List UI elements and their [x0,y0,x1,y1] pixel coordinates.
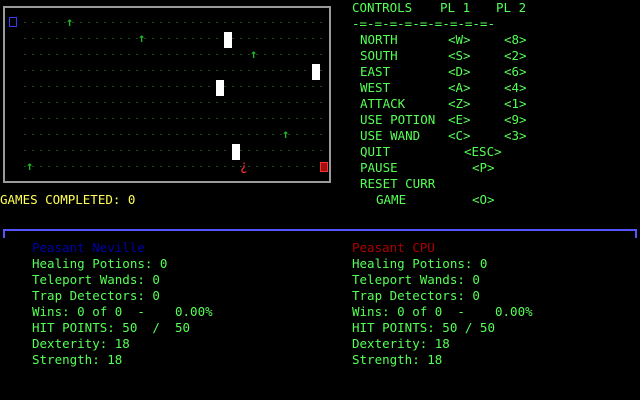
control-key-pl1: <E> [448,112,471,127]
wall-block [232,144,240,160]
control-key-pl1: <C> [448,128,471,143]
player1-hit-points: HIT POINTS: 50 / 50 [32,320,191,335]
reset-label-game: GAME [376,192,407,207]
floor-row [21,38,325,39]
control-label-east: EAST [360,64,391,79]
arrow-up-icon: ↑ [138,31,146,45]
controls-separator: -=-=-=-=-=-=-=-=-=- [352,16,495,31]
player1-healing-potions: Healing Potions: 0 [32,256,168,271]
wall-block [224,32,232,48]
player2-name: Peasant CPU [352,240,435,255]
control-label-attack: ATTACK [360,96,406,111]
floor-row [21,150,325,151]
reset-key: <O> [472,192,495,207]
player1-wins: Wins: 0 of 0 - 0.00% [32,304,213,319]
player2-hit-points: HIT POINTS: 50 / 50 [352,320,495,335]
control-key-pl2: <1> [504,96,527,111]
player1-marker [9,17,17,27]
stats-divider [3,229,637,238]
control-label-use-potion: USE POTION [360,112,436,127]
arrow-up-icon: ↑ [282,127,290,141]
game-arena[interactable]: ↑ ↑ ↑ ↑ ↑ ¿ [3,6,331,183]
control-key-pl1: <D> [448,64,471,79]
controls-title: CONTROLS [352,0,413,15]
floor-row [21,70,325,71]
control-key-pl2: <2> [504,48,527,63]
control-key-pl2: <6> [504,64,527,79]
control-label-west: WEST [360,80,391,95]
floor-row [21,102,325,103]
control-label-south: SOUTH [360,48,398,63]
control-key-pl2: <8> [504,32,527,47]
control-key-pl2: <4> [504,80,527,95]
player1-dexterity: Dexterity: 18 [32,336,130,351]
wall-block [312,64,320,80]
wall-block [216,80,224,96]
player2-strength: Strength: 18 [352,352,443,367]
item-icon: ¿ [240,159,248,174]
player2-trap-detectors: Trap Detectors: 0 [352,288,480,303]
floor-row [21,54,325,55]
arrow-up-icon: ↑ [250,47,258,61]
control-key-pl1: <S> [448,48,471,63]
games-completed: GAMES COMPLETED: 0 [0,192,136,207]
reset-label: RESET CURR [360,176,436,191]
player2-marker [320,162,328,172]
control-key-pl2: <9> [504,112,527,127]
control-key-pl2: <3> [504,128,527,143]
control-key-pl1: <Z> [448,96,471,111]
control-key-pl1: <A> [448,80,471,95]
player2-dexterity: Dexterity: 18 [352,336,450,351]
player1-teleport-wands: Teleport Wands: 0 [32,272,160,287]
player1-trap-detectors: Trap Detectors: 0 [32,288,160,303]
quit-label: QUIT [360,144,391,159]
player2-teleport-wands: Teleport Wands: 0 [352,272,480,287]
player2-wins: Wins: 0 of 0 - 0.00% [352,304,533,319]
player1-name: Peasant Neville [32,240,145,255]
pl2-header: PL 2 [496,0,527,15]
arrow-up-icon: ↑ [26,159,34,173]
pause-label: PAUSE [360,160,398,175]
player1-strength: Strength: 18 [32,352,123,367]
floor-row [21,166,325,167]
pl1-header: PL 1 [440,0,471,15]
floor-row [21,86,325,87]
quit-key: <ESC> [464,144,502,159]
player2-healing-potions: Healing Potions: 0 [352,256,488,271]
control-label-use-wand: USE WAND [360,128,421,143]
pause-key: <P> [472,160,495,175]
floor-row [21,134,325,135]
control-label-north: NORTH [360,32,398,47]
arrow-up-icon: ↑ [66,15,74,29]
floor-row [21,118,325,119]
control-key-pl1: <W> [448,32,471,47]
